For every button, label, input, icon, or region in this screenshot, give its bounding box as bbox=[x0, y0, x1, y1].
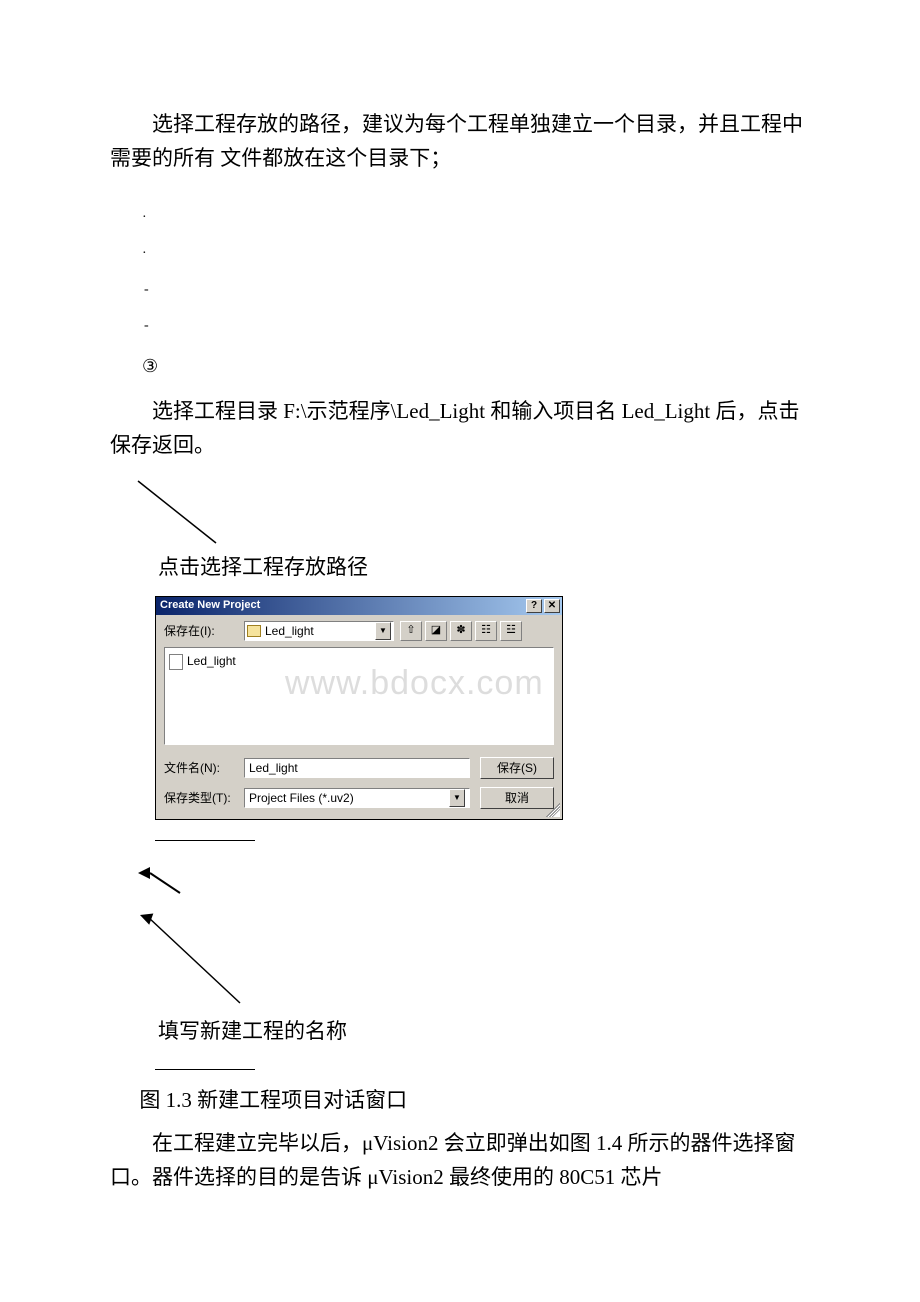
paragraph-1: 选择工程存放的路径，建议为每个工程单独建立一个目录，并且工程中需要的所有 文件都… bbox=[0, 108, 920, 175]
dialog-title: Create New Project bbox=[160, 597, 260, 615]
folder-icon bbox=[247, 625, 261, 637]
arrow-graphic bbox=[130, 855, 920, 1015]
paragraph-3: 在工程建立完毕以后，μVision2 会立即弹出如图 1.4 所示的器件选择窗口… bbox=[0, 1127, 920, 1194]
divider-line-2 bbox=[155, 1069, 255, 1070]
list-item[interactable]: Led_light bbox=[169, 652, 549, 671]
figure-caption: 图 1.3 新建工程项目对话窗口 bbox=[0, 1084, 920, 1118]
filename-input[interactable]: Led_light bbox=[244, 758, 470, 778]
filetype-combo[interactable]: Project Files (*.uv2) ▼ bbox=[244, 788, 470, 808]
divider-line bbox=[155, 840, 255, 841]
circled-3: ③ bbox=[142, 349, 920, 383]
file-item-label: Led_light bbox=[187, 652, 236, 671]
list-view-icon[interactable]: ☷ bbox=[475, 621, 497, 641]
details-view-icon[interactable]: ☳ bbox=[500, 621, 522, 641]
chevron-down-icon[interactable]: ▼ bbox=[449, 789, 465, 807]
filetype-label: 保存类型(T): bbox=[164, 789, 244, 808]
chevron-down-icon[interactable]: ▼ bbox=[375, 622, 391, 640]
cancel-button[interactable]: 取消 bbox=[480, 787, 554, 809]
save-in-label: 保存在(I): bbox=[164, 622, 244, 641]
new-folder-icon[interactable]: ✽ bbox=[450, 621, 472, 641]
paragraph-2: 选择工程目录 F:\示范程序\Led_Light 和输入项目名 Led_Ligh… bbox=[0, 395, 920, 462]
close-button[interactable]: ✕ bbox=[544, 599, 560, 613]
caption-fill-name: 填写新建工程的名称 bbox=[0, 1015, 920, 1049]
save-button[interactable]: 保存(S) bbox=[480, 757, 554, 779]
resize-grip-icon[interactable] bbox=[546, 803, 560, 817]
up-one-level-icon[interactable]: ⇧ bbox=[400, 621, 422, 641]
save-in-combo[interactable]: Led_light ▼ bbox=[244, 621, 394, 641]
diag-line-1 bbox=[130, 473, 920, 551]
desktop-icon[interactable]: ◪ bbox=[425, 621, 447, 641]
help-button[interactable]: ? bbox=[526, 599, 542, 613]
bullet-column: · · - - ③ bbox=[142, 205, 920, 383]
dialog-titlebar: Create New Project ? ✕ bbox=[156, 597, 562, 615]
caption-select-path: 点击选择工程存放路径 bbox=[0, 551, 920, 585]
project-file-icon bbox=[169, 654, 183, 670]
save-in-value: Led_light bbox=[265, 622, 314, 641]
filetype-value: Project Files (*.uv2) bbox=[249, 789, 354, 808]
file-list-pane[interactable]: Led_light www.bdocx.com bbox=[164, 647, 554, 745]
create-project-dialog: Create New Project ? ✕ 保存在(I): Led_light… bbox=[155, 596, 563, 820]
filename-value: Led_light bbox=[249, 759, 298, 778]
filename-label: 文件名(N): bbox=[164, 759, 244, 778]
